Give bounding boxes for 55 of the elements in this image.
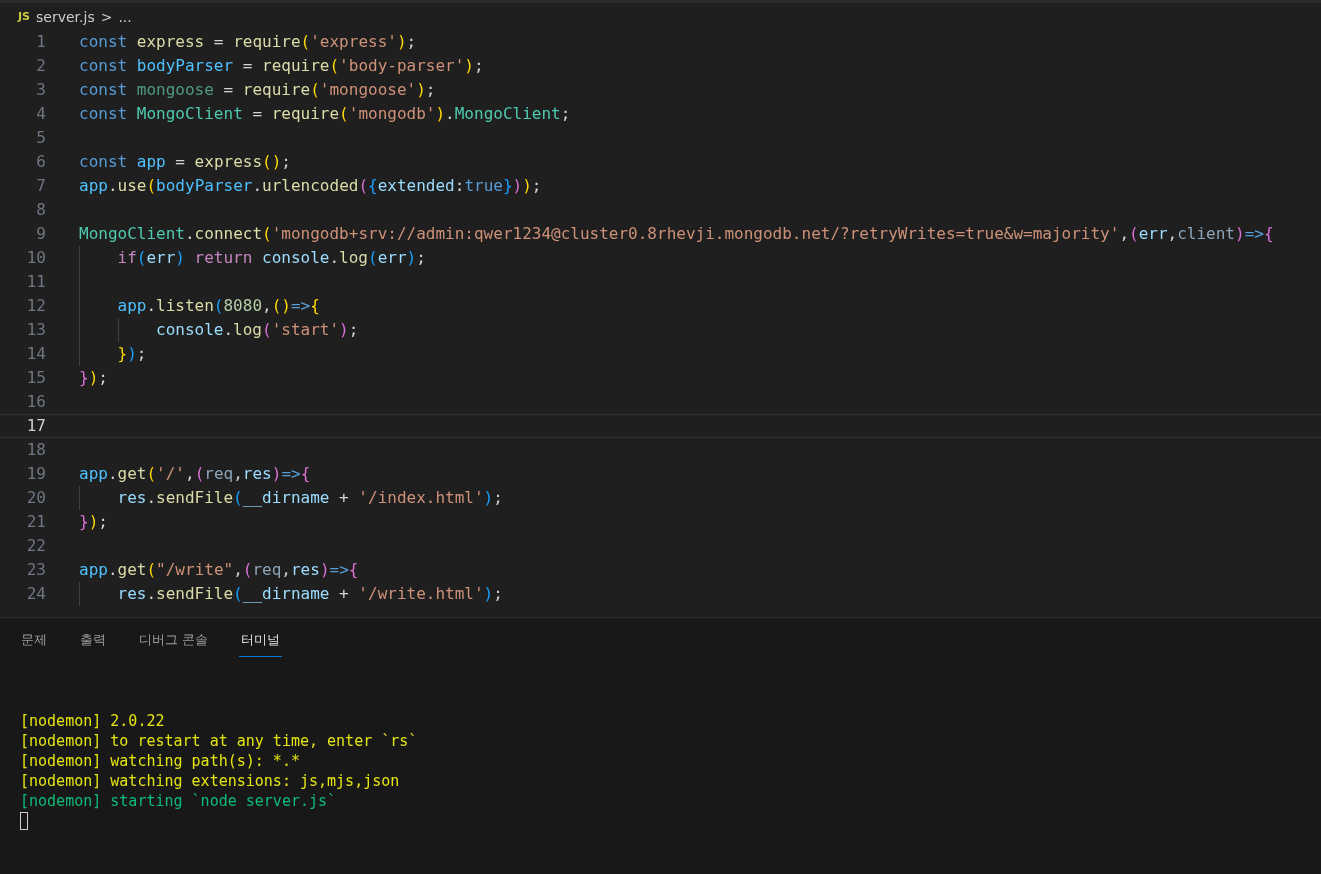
line-number: 4 (35, 103, 46, 125)
panel-tab[interactable]: 문제 (19, 629, 49, 657)
line-number: 22 (25, 535, 46, 557)
line-number: 9 (35, 223, 46, 245)
line-number: 21 (25, 511, 46, 533)
code-line: const app = express(); (79, 151, 291, 173)
line-number: 5 (35, 127, 46, 149)
code-line: app.use(bodyParser.urlencoded({extended:true})); (79, 175, 542, 197)
terminal-line: [nodemon] watching path(s): *.* (20, 751, 301, 771)
line-number: 13 (25, 319, 46, 341)
code-line: const MongoClient = require('mongodb').MongoClient; (79, 103, 571, 125)
line-number: 16 (25, 391, 46, 413)
terminal-cursor (20, 812, 28, 830)
line-number: 17 (25, 415, 46, 437)
code-line: app.get("/write",(req,res)=>{ (79, 559, 359, 581)
terminal-line: [nodemon] 2.0.22 (20, 711, 166, 731)
code-line: const bodyParser = require('body-parser'); (79, 55, 484, 77)
code-line: MongoClient.connect('mongodb+srv://admin:qwer1234@cluster0.8rhevji.mongodb.net/?retryWrites=true&w=majority',(err,client)=>{ (79, 223, 1274, 245)
line-number: 14 (25, 343, 46, 365)
panel-tab[interactable]: 디버그 콘솔 (137, 629, 211, 657)
line-number: 11 (25, 271, 46, 293)
line-number: 2 (35, 55, 46, 77)
line-number: 8 (35, 199, 46, 221)
line-number: 24 (25, 583, 46, 605)
breadcrumb-more[interactable]: ... (118, 8, 132, 25)
line-number: 23 (25, 559, 46, 581)
panel-tab[interactable]: 터미널 (239, 629, 283, 657)
breadcrumb-file[interactable]: server.js (36, 8, 95, 25)
line-number: 6 (35, 151, 46, 173)
terminal-line: [nodemon] to restart at any time, enter `rs` (20, 731, 419, 751)
panel-tab[interactable]: 출력 (78, 629, 108, 657)
code-line: app.get('/',(req,res)=>{ (79, 463, 311, 485)
terminal-line: [nodemon] watching extensions: js,mjs,json (20, 771, 401, 791)
line-number: 3 (35, 79, 46, 101)
line-number: 10 (25, 247, 46, 269)
line-number: 15 (25, 367, 46, 389)
code-line: app.listen(8080,()=>{ (117, 295, 320, 317)
line-number: 19 (25, 463, 46, 485)
code-line: res.sendFile(__dirname + '/write.html'); (117, 583, 503, 605)
code-line: const express = require('express'); (79, 31, 417, 53)
code-line: const mongoose = require('mongoose'); (79, 79, 436, 101)
code-line: }); (79, 367, 108, 389)
code-line: if(err) return console.log(err); (117, 247, 426, 269)
code-line: }); (79, 511, 108, 533)
line-number: 1 (35, 31, 46, 53)
line-number: 20 (25, 487, 46, 509)
breadcrumb-separator: > (100, 8, 113, 25)
js-file-icon: JS (18, 10, 30, 23)
line-number: 18 (25, 439, 46, 461)
code-line: console.log('start'); (156, 319, 359, 341)
terminal-line: [nodemon] starting `node server.js` (20, 791, 338, 811)
code-line: res.sendFile(__dirname + '/index.html'); (117, 487, 503, 509)
line-number: 12 (25, 295, 46, 317)
code-line: }); (117, 343, 147, 365)
line-number: 7 (35, 175, 46, 197)
